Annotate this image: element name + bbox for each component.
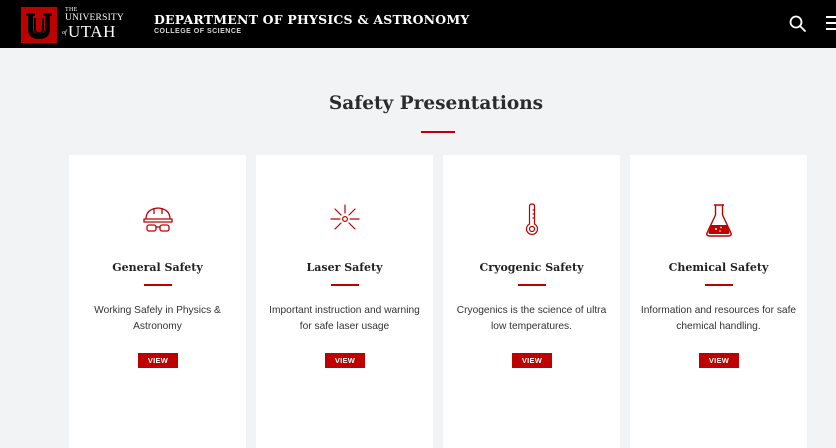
hard-hat-icon bbox=[142, 207, 173, 232]
card-cryogenic-safety[interactable]: Cryogenic Safety Cryogenics is the scien… bbox=[443, 155, 620, 448]
title-underline bbox=[421, 131, 455, 133]
card-description: Information and resources for safe chemi… bbox=[640, 305, 797, 332]
card-description: Working Safely in Physics & Astronomy bbox=[94, 305, 221, 332]
menu-line bbox=[826, 22, 836, 24]
card-title: Chemical Safety bbox=[668, 261, 769, 274]
view-button-chemical-safety[interactable]: VIEW bbox=[699, 353, 739, 368]
page-title: Safety Presentations bbox=[328, 93, 544, 114]
site-header: THE UNIVERSITY of UTAH DEPARTMENT OF PHY… bbox=[0, 0, 836, 48]
laser-icon bbox=[329, 204, 360, 230]
menu-line bbox=[826, 28, 836, 30]
card-title: Cryogenic Safety bbox=[479, 261, 584, 274]
card-description: Cryogenics is the science of ultra low t… bbox=[456, 305, 607, 332]
card-title: Laser Safety bbox=[306, 261, 383, 274]
card-chemical-safety[interactable]: Chemical Safety Information and resource… bbox=[630, 155, 807, 448]
card-divider bbox=[144, 284, 172, 286]
department-title[interactable]: DEPARTMENT OF PHYSICS & ASTRONOMY bbox=[154, 12, 470, 27]
view-button-laser-safety[interactable]: VIEW bbox=[325, 353, 365, 368]
view-button-general-safety[interactable]: VIEW bbox=[138, 353, 178, 368]
card-divider bbox=[331, 284, 359, 286]
card-laser-safety[interactable]: Laser Safety Important instruction and w… bbox=[256, 155, 433, 448]
flask-icon bbox=[705, 204, 732, 237]
card-description: Important instruction and warning for sa… bbox=[269, 305, 420, 332]
menu-icon[interactable] bbox=[826, 16, 836, 32]
search-icon bbox=[789, 15, 806, 32]
view-button-cryogenic-safety[interactable]: VIEW bbox=[512, 353, 552, 368]
search-button[interactable] bbox=[788, 14, 808, 34]
college-subtitle[interactable]: COLLEGE OF SCIENCE bbox=[154, 28, 242, 35]
thermometer-icon bbox=[525, 203, 538, 235]
logo-utah: UTAH bbox=[68, 22, 116, 41]
card-divider bbox=[705, 284, 733, 286]
card-general-safety[interactable]: General Safety Working Safely in Physics… bbox=[69, 155, 246, 448]
u-logo-icon[interactable] bbox=[21, 7, 57, 43]
card-divider bbox=[518, 284, 546, 286]
menu-line bbox=[826, 16, 836, 18]
logo-of: of bbox=[62, 30, 67, 36]
card-title: General Safety bbox=[112, 261, 203, 274]
